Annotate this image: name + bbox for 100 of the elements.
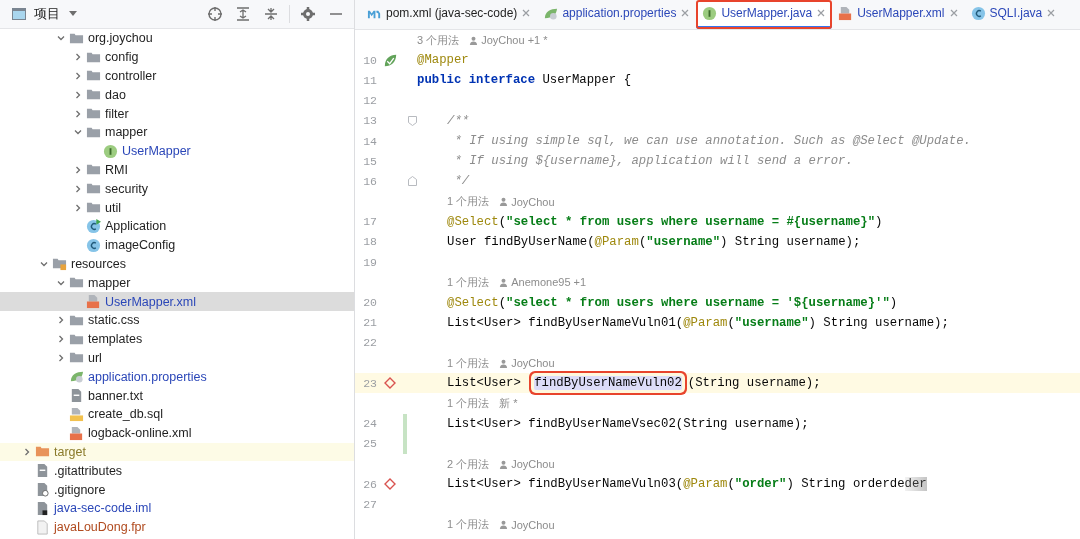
chevron-right-icon[interactable] [22,446,32,457]
tree-item[interactable]: java-sec-code.iml [0,498,354,518]
tree-item[interactable]: RMI [0,160,354,180]
tree-item[interactable]: create_db.sql [0,404,354,424]
author-hint[interactable]: 新 * [499,395,518,411]
usages-hint[interactable]: 1 个用法 [447,517,490,533]
line-number: 19 [362,255,377,269]
tree-item[interactable]: .gitattributes [0,461,354,481]
chevron-right-icon[interactable] [73,183,83,194]
target-icon[interactable] [205,4,225,24]
tree-item[interactable]: org.joychou [0,29,354,48]
text-file-icon [35,463,50,479]
editor-tab[interactable]: SQLI.java [964,0,1063,29]
tree-item[interactable]: mapper [0,123,354,142]
tree-item[interactable]: banner.txt [0,386,354,405]
tree-item[interactable]: security [0,179,354,199]
person-icon [469,35,479,45]
usages-hint[interactable]: 1 个用法 [447,395,490,411]
usages-hint[interactable]: 1 个用法 [447,194,490,210]
tree-label: .gitattributes [54,463,123,478]
close-icon[interactable] [816,8,827,18]
tree-item[interactable]: imageConfig [0,235,354,255]
tree-label: imageConfig [105,238,176,253]
tree-label: logback-online.xml [88,426,192,441]
file-icon [35,519,50,535]
code-line: List<User> findByUserNameVsec02(String username); [446,416,809,431]
tree-item[interactable]: UserMapper [0,141,354,161]
diamond-icon[interactable] [384,377,396,390]
file-icon [35,500,50,516]
tree-label: resources [71,256,126,271]
chevron-right-icon[interactable] [73,89,83,100]
tree-item[interactable]: logback-online.xml [0,423,354,443]
tree-item[interactable]: templates [0,329,354,349]
tree-item[interactable]: target [0,442,354,462]
chevron-right-icon[interactable] [73,108,83,119]
close-icon[interactable] [1046,8,1057,18]
editor-tab[interactable]: pom.xml (java-sec-code) [361,0,538,29]
author-hint[interactable]: JoyChou [511,357,555,370]
tree-item[interactable]: url [0,348,354,368]
tree-label: controller [105,69,157,83]
code-line: List<User> findByUserNameVuln01(@Param("username") String username); [446,315,949,330]
person-icon [499,277,509,287]
chevron-right-icon[interactable] [56,315,66,326]
tree-label: util [105,200,121,215]
usages-hint[interactable]: 1 个用法 [447,274,490,290]
tree-item[interactable]: .gitignore [0,480,354,499]
settings-icon[interactable] [298,4,318,24]
usages-hint[interactable]: 2 个用法 [447,456,490,472]
tree-item[interactable]: application.properties [0,367,354,387]
person-icon [499,459,509,469]
author-hint[interactable]: JoyChou [511,458,555,471]
line-number: 21 [362,316,377,330]
chevron-right-icon[interactable] [73,71,83,81]
chevron-right-icon[interactable] [73,202,83,213]
code-line: List<User> findByUserNameVuln03(@Param("order") String orderdeder [446,477,927,492]
tree-label: UserMapper.xml [105,294,196,309]
editor-tab[interactable]: UserMapper.xml [832,0,965,29]
tree-label: dao [105,87,126,102]
tree-item[interactable]: util [0,198,354,217]
close-icon[interactable] [521,8,532,18]
tree-item[interactable]: controller [0,66,354,86]
file-icon [35,482,50,497]
close-icon[interactable] [948,8,959,18]
panel-title[interactable]: 项目 [34,5,60,23]
author-hint[interactable]: JoyChou [511,518,555,531]
tree-item[interactable]: filter [0,104,354,123]
fold-icon[interactable] [407,115,417,126]
person-icon [499,197,509,207]
tree-item[interactable]: config [0,47,354,67]
close-icon[interactable] [680,8,691,18]
caret-icon[interactable] [68,10,78,18]
interface-icon [702,5,718,21]
diamond-icon[interactable] [384,478,396,491]
chevron-right-icon[interactable] [56,334,66,345]
tree-item[interactable]: mapper [0,273,354,293]
chevron-right-icon[interactable] [73,164,83,175]
tree-item[interactable]: resources [0,254,354,274]
tree-item[interactable]: javaLouDong.fpr [0,517,354,537]
tree-item[interactable]: dao [0,85,354,105]
editor-tab[interactable]: UserMapper.java [696,0,833,29]
line-number: 17 [362,215,377,229]
author-hint[interactable]: JoyChou [511,195,555,208]
usages-hint[interactable]: 3 个用法 [417,32,460,48]
tree-item[interactable]: UserMapper.xml [0,292,354,311]
author-hint[interactable]: Anemone95 +1 [511,276,587,289]
editor-tab[interactable]: application.properties [537,0,697,29]
fold-icon[interactable] [407,176,417,187]
person-icon [499,520,509,530]
tree-label: filter [105,106,129,121]
usages-hint[interactable]: 1 个用法 [447,355,490,371]
line-number: 11 [362,73,377,87]
tree-item[interactable]: Application [0,216,354,236]
folder-icon [52,256,67,272]
chevron-right-icon[interactable] [56,352,66,363]
leaf-icon[interactable] [383,53,397,67]
text-file-icon [69,388,84,404]
chevron-right-icon[interactable] [73,52,83,63]
author-hint[interactable]: JoyChou +1 * [481,34,548,47]
tree-label: mapper [88,275,131,290]
tree-item[interactable]: static.css [0,310,354,330]
